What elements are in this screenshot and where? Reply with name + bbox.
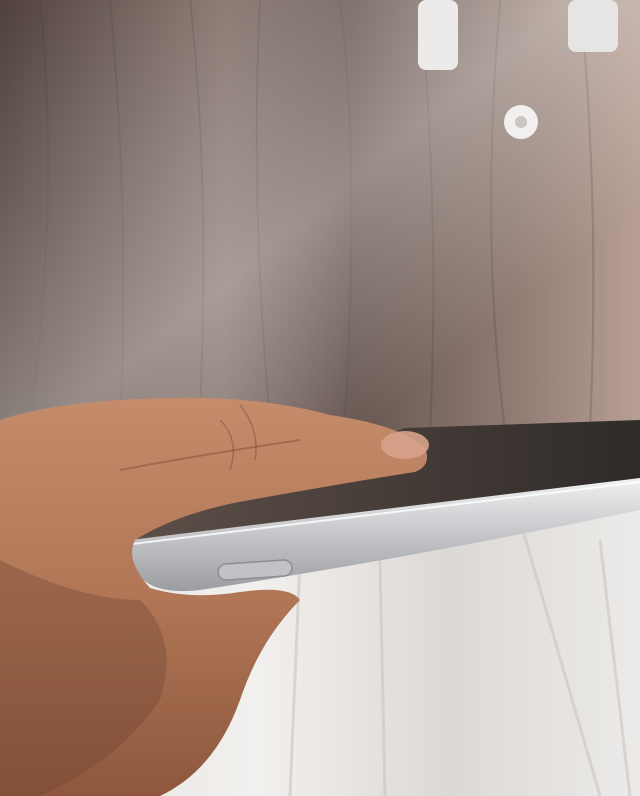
wall-hook-right (568, 0, 618, 52)
wall-screw-center (515, 116, 527, 128)
wall-hook-left (418, 0, 458, 70)
thumbnail (381, 431, 429, 459)
photo-scene (0, 0, 640, 796)
